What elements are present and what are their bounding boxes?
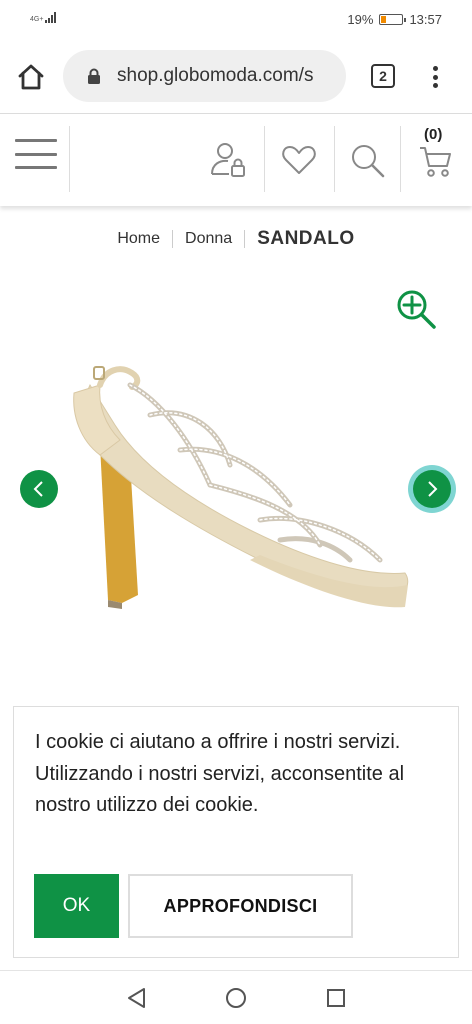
breadcrumb-separator	[244, 230, 246, 248]
signal-bars-icon	[45, 11, 57, 23]
previous-image-button[interactable]	[20, 470, 58, 508]
heart-icon[interactable]	[279, 140, 319, 180]
cookie-learn-more-button[interactable]: APPROFONDISCI	[128, 874, 353, 938]
header-divider	[400, 126, 401, 192]
breadcrumb-separator	[172, 230, 174, 248]
browser-toolbar: shop.globomoda.com/s 2	[0, 40, 472, 114]
site-header: (0)	[0, 114, 472, 206]
user-lock-icon[interactable]	[208, 140, 248, 180]
header-divider	[334, 126, 335, 192]
chevron-right-icon	[428, 481, 438, 497]
breadcrumb: Home Donna SANDALO	[0, 224, 472, 254]
chevron-left-icon	[33, 481, 43, 497]
menu-icon[interactable]	[15, 139, 57, 169]
header-divider	[69, 126, 70, 192]
zoom-in-icon[interactable]	[395, 288, 437, 330]
tab-switcher-button[interactable]: 2	[371, 64, 395, 88]
cookie-message: I cookie ci aiutano a offrire i nostri s…	[35, 731, 405, 816]
url-bar[interactable]: shop.globomoda.com/s	[63, 50, 346, 102]
home-icon[interactable]	[16, 62, 46, 92]
battery-icon	[379, 14, 407, 25]
cookie-banner: I cookie ci aiutano a offrire i nostri s…	[13, 706, 459, 958]
product-image-sandal[interactable]	[60, 345, 415, 645]
breadcrumb-home[interactable]: Home	[117, 230, 160, 248]
signal-indicator: 4G+	[30, 11, 57, 23]
recent-apps-icon[interactable]	[326, 988, 346, 1008]
breadcrumb-donna[interactable]: Donna	[185, 230, 232, 248]
search-icon[interactable]	[347, 140, 387, 180]
next-image-button[interactable]	[413, 470, 451, 508]
status-bar: 4G+ 19% 13:57	[0, 0, 472, 40]
cart-icon[interactable]	[418, 144, 454, 180]
url-text: shop.globomoda.com/s	[117, 65, 314, 86]
home-circle-icon[interactable]	[225, 987, 247, 1009]
back-icon[interactable]	[125, 986, 147, 1010]
header-divider	[264, 126, 265, 192]
cart-count: (0)	[424, 126, 443, 143]
clock: 13:57	[409, 12, 442, 27]
network-type: 4G+	[30, 16, 44, 23]
cookie-ok-button[interactable]: OK	[34, 874, 119, 938]
system-navigation-bar	[0, 970, 472, 1024]
status-right: 19% 13:57	[347, 12, 442, 27]
breadcrumb-current: SANDALO	[257, 228, 355, 249]
lock-icon	[88, 68, 100, 84]
battery-percent: 19%	[347, 12, 374, 27]
browser-menu-icon[interactable]	[425, 60, 445, 94]
